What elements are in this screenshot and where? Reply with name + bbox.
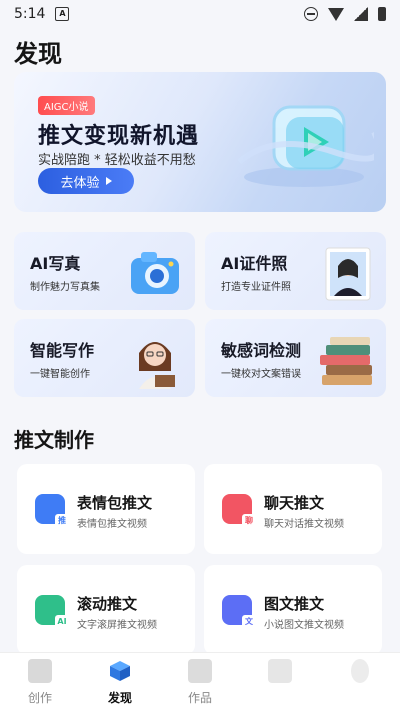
card-subtitle: 一键智能创作 xyxy=(30,369,90,380)
discover-cube-icon xyxy=(110,661,130,681)
tab-4[interactable] xyxy=(240,653,320,712)
scroll-text-icon: AI xyxy=(35,595,69,629)
image-text-icon: 文 xyxy=(222,595,256,629)
card-subtitle: 制作魅力写真集 xyxy=(30,282,100,293)
banner-cta-label: 去体验 xyxy=(60,175,100,191)
tool-subtitle: 聊天对话推文视频 xyxy=(264,519,344,530)
tab5-icon xyxy=(351,659,369,683)
banner-headline: 推文变现新机遇 xyxy=(38,124,200,149)
status-bar: 5:14 A xyxy=(0,0,400,28)
promo-banner[interactable]: AIGC小说 推文变现新机遇 实战陪跑 * 轻松收益不用愁 去体验 xyxy=(14,72,386,212)
banner-tag: AIGC小说 xyxy=(38,96,95,115)
meme-icon: 推 xyxy=(35,494,69,528)
battery-icon xyxy=(378,7,386,21)
tool-scroll-tweet[interactable]: AI 滚动推文 文字滚屏推文视频 xyxy=(17,565,195,655)
id-photo-icon xyxy=(325,247,371,301)
card-id-photo[interactable]: AI证件照 打造专业证件照 xyxy=(205,232,386,310)
tool-chat-tweet[interactable]: 聊 聊天推文 聊天对话推文视频 xyxy=(204,464,382,554)
tool-badge: 文 xyxy=(242,615,256,629)
card-title: AI证件照 xyxy=(221,254,288,273)
section-title: 推文制作 xyxy=(14,428,94,452)
tab-5[interactable] xyxy=(320,653,400,712)
card-sensitive-word-check[interactable]: 敏感词检测 一键校对文案错误 xyxy=(205,319,386,397)
create-icon xyxy=(28,659,52,683)
bottom-tab-bar: 创作 发现 作品 xyxy=(0,652,400,712)
tab-works[interactable]: 作品 xyxy=(160,653,240,712)
card-title: AI写真 xyxy=(30,254,81,273)
tab-discover[interactable]: 发现 xyxy=(80,653,160,712)
tab4-icon xyxy=(268,659,292,683)
tool-badge: AI xyxy=(55,615,69,629)
banner-subline: 实战陪跑 * 轻松收益不用愁 xyxy=(38,153,196,168)
page-title: 发现 xyxy=(14,40,62,68)
card-smart-writing[interactable]: 智能写作 一键智能创作 xyxy=(14,319,195,397)
tool-badge: 聊 xyxy=(242,514,256,528)
books-icon xyxy=(320,337,372,385)
signal-icon xyxy=(354,7,368,21)
card-ai-portrait[interactable]: AI写真 制作魅力写真集 xyxy=(14,232,195,310)
writer-avatar-icon xyxy=(139,342,175,389)
tool-title: 图文推文 xyxy=(264,595,325,613)
camera-icon xyxy=(131,252,179,294)
notification-icon: A xyxy=(55,7,70,21)
tool-subtitle: 小说图文推文视频 xyxy=(264,620,344,631)
tool-subtitle: 文字滚屏推文视频 xyxy=(77,620,157,631)
wifi-icon xyxy=(328,7,344,21)
tab-create[interactable]: 创作 xyxy=(0,653,80,712)
tool-subtitle: 表情包推文视频 xyxy=(77,519,147,530)
card-title: 智能写作 xyxy=(30,341,95,360)
card-title: 敏感词检测 xyxy=(221,341,302,360)
chat-icon: 聊 xyxy=(222,494,256,528)
tab-label: 发现 xyxy=(107,691,132,705)
dnd-icon xyxy=(304,7,318,21)
tab-label: 作品 xyxy=(187,691,212,705)
play-arrow-icon xyxy=(105,177,112,185)
works-icon xyxy=(188,659,212,683)
play-glass-icon xyxy=(237,105,374,187)
tool-meme-tweet[interactable]: 推 表情包推文 表情包推文视频 xyxy=(17,464,195,554)
tool-title: 表情包推文 xyxy=(77,494,153,512)
tool-badge: 推 xyxy=(55,514,69,528)
card-subtitle: 打造专业证件照 xyxy=(221,282,291,293)
status-time: 5:14 xyxy=(14,6,46,22)
tool-image-text-tweet[interactable]: 文 图文推文 小说图文推文视频 xyxy=(204,565,382,655)
tool-title: 滚动推文 xyxy=(77,595,138,613)
banner-cta-button[interactable]: 去体验 xyxy=(38,168,134,194)
tool-title: 聊天推文 xyxy=(264,494,325,512)
card-subtitle: 一键校对文案错误 xyxy=(221,369,301,380)
tab-label: 创作 xyxy=(27,691,52,705)
